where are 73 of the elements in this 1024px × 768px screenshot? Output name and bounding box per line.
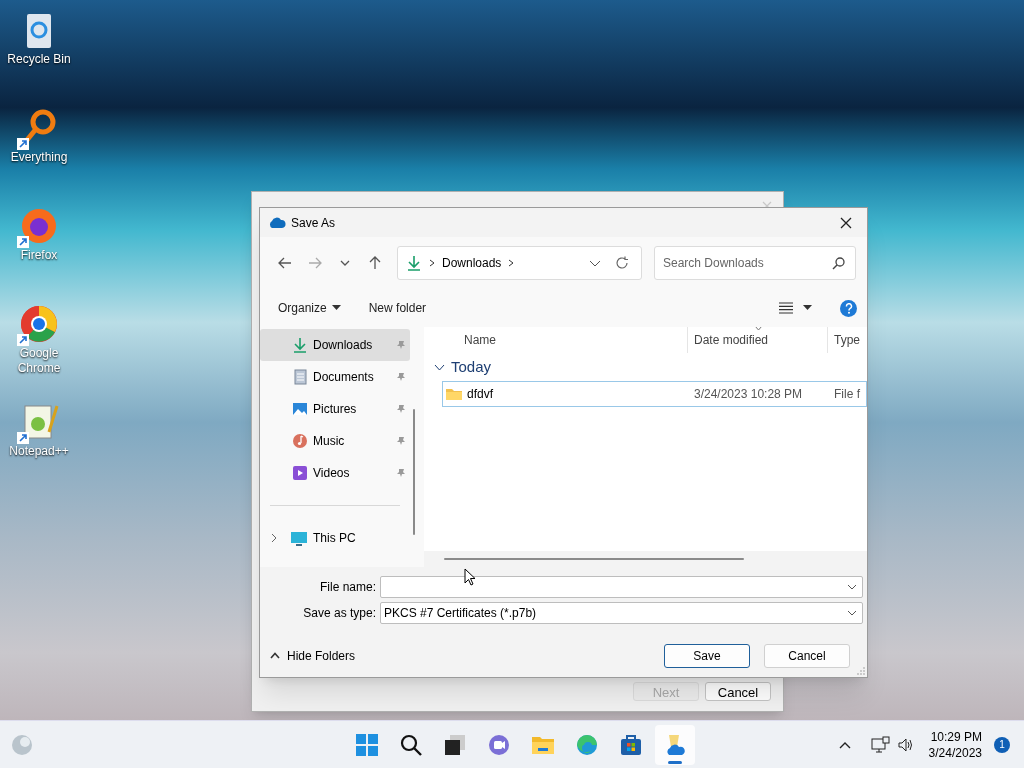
- picture-icon: [292, 401, 308, 417]
- column-header[interactable]: Type: [828, 327, 867, 353]
- new-folder-button[interactable]: New folder: [362, 295, 433, 321]
- network-monitor-icon: [870, 735, 891, 754]
- task-view-icon: [443, 732, 467, 757]
- column-header[interactable]: Date modified: [688, 327, 828, 353]
- list-view-icon: [779, 302, 793, 314]
- sidebar-item[interactable]: Downloads: [260, 329, 410, 361]
- download-arrow-icon: [406, 255, 422, 271]
- sidebar-item[interactable]: Pictures: [260, 393, 410, 425]
- weather-icon: [11, 733, 33, 756]
- sort-indicator-icon: [754, 327, 763, 331]
- window-title: Save As: [291, 214, 337, 232]
- store-bag-icon: [619, 732, 643, 757]
- browser-swirl-icon: [575, 732, 599, 757]
- search-field[interactable]: Search Downloads: [654, 246, 856, 280]
- music-note-icon: [292, 433, 308, 449]
- chevron-up-icon: [270, 652, 280, 659]
- close-icon: [840, 216, 852, 229]
- video-icon: [292, 465, 308, 481]
- search-icon: [399, 732, 423, 757]
- file-name-field[interactable]: [380, 576, 863, 598]
- resize-grip-icon: [857, 667, 865, 675]
- desktop-icon-label[interactable]: Everything: [1, 150, 77, 165]
- monitor-icon: [290, 530, 308, 546]
- field-label: File name:: [318, 579, 377, 596]
- cloud-icon: [268, 216, 286, 229]
- caret-icon: [803, 305, 812, 311]
- forward-icon: [307, 255, 323, 271]
- browser-globe-icon: [19, 206, 59, 246]
- chevron-up-icon: [838, 740, 851, 749]
- speaker-icon: [896, 736, 915, 753]
- chevron-down-icon: [589, 259, 601, 267]
- cancel-button[interactable]: Cancel: [764, 643, 850, 668]
- breadcrumb-location[interactable]: Downloads: [442, 254, 502, 272]
- caret-icon: [331, 305, 341, 311]
- active-indicator: [668, 760, 682, 764]
- chevron-down-icon: [434, 363, 445, 371]
- chevron-right-icon: [270, 533, 278, 543]
- desktop-icon-label[interactable]: Recycle Bin: [1, 52, 77, 67]
- chevron-down-icon: [847, 584, 857, 590]
- organize-menu-button[interactable]: Organize: [270, 295, 349, 321]
- back-icon: [277, 255, 293, 271]
- file-row[interactable]: dfdvf 3/24/2023 10:28 PM File f: [442, 381, 867, 407]
- sidebar-item[interactable]: Videos: [260, 457, 410, 489]
- hide-folders-button[interactable]: Hide Folders: [270, 646, 356, 665]
- browser-circle-icon: [19, 304, 59, 344]
- clock-date: 3/24/2023: [928, 744, 982, 761]
- clock-time: 10:29 PM: [930, 728, 982, 745]
- group-header[interactable]: Today: [424, 353, 867, 381]
- field-label: Save as type:: [302, 605, 377, 622]
- save-type-dropdown[interactable]: PKCS #7 Certificates (*.p7b): [380, 602, 863, 624]
- document-icon: [292, 369, 308, 385]
- up-arrow-icon: [367, 255, 383, 271]
- chevron-down-icon: [847, 610, 857, 616]
- folder-icon: [445, 387, 463, 401]
- download-arrow-icon: [292, 337, 308, 353]
- refresh-icon: [615, 256, 629, 270]
- windows-logo-icon: [355, 732, 379, 757]
- chat-bubble-icon: [487, 732, 511, 757]
- address-bar[interactable]: Downloads: [397, 246, 642, 280]
- sidebar-item[interactable]: This PC: [260, 522, 410, 554]
- sidebar-item[interactable]: Music: [260, 425, 410, 457]
- notification-badge[interactable]: 1: [994, 736, 1010, 753]
- sidebar-item[interactable]: Documents: [260, 361, 410, 393]
- wizard-button[interactable]: Cancel: [705, 682, 771, 701]
- chevron-right-icon: [507, 258, 516, 268]
- help-icon[interactable]: [840, 299, 857, 317]
- search-icon: [832, 256, 846, 270]
- save-button[interactable]: Save: [664, 643, 750, 668]
- column-header[interactable]: Name: [458, 327, 688, 353]
- question-mark-icon: [844, 302, 853, 314]
- chevron-right-icon: [428, 258, 436, 268]
